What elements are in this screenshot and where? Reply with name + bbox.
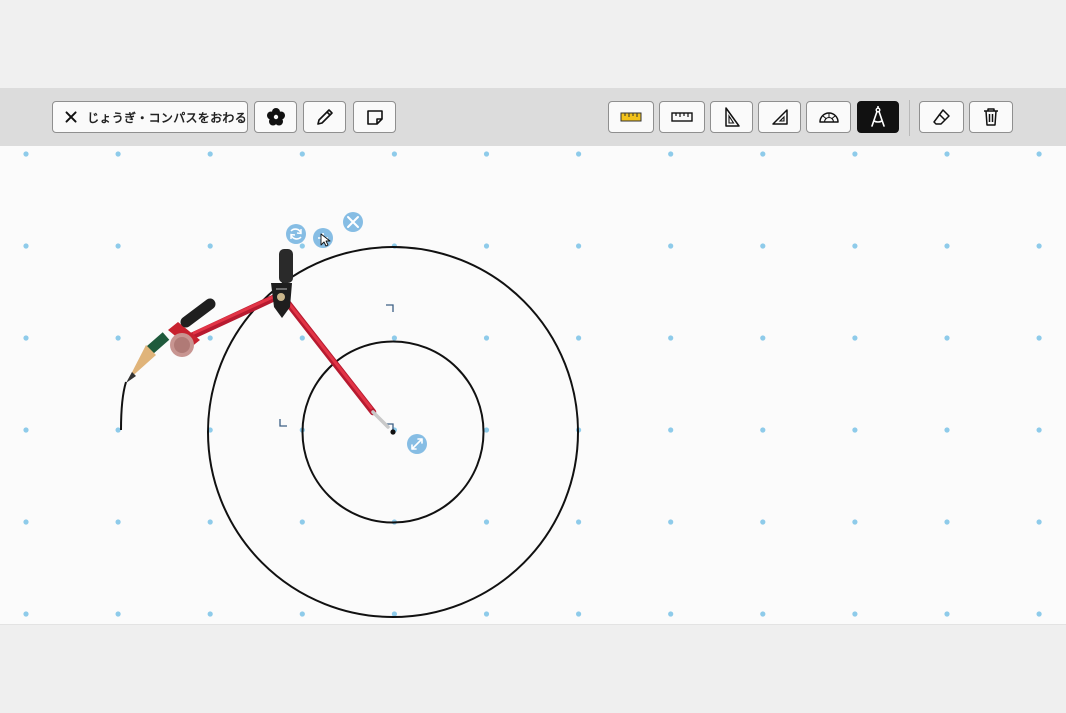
grid-dot (576, 519, 582, 525)
grid-dot (483, 427, 490, 433)
grid-dot (483, 335, 490, 341)
grid-dot (668, 611, 674, 617)
drawn-arc (120, 381, 127, 431)
grid-dot (1036, 427, 1042, 433)
grid-dot (668, 243, 674, 249)
grid-dot (115, 335, 121, 341)
grid-dot (852, 611, 858, 617)
grid-dot (852, 427, 858, 433)
grid-dots (23, 151, 1042, 617)
grid-dot (207, 151, 213, 157)
compass-needle-tip (371, 410, 390, 429)
grid-dot (299, 611, 305, 617)
grid-dot (23, 243, 29, 249)
grid-dot (483, 243, 490, 249)
grid-dot (944, 427, 950, 433)
grid-dot (207, 611, 213, 617)
grid-dot (760, 243, 766, 249)
grid-dot (760, 427, 766, 433)
grid-dot (1036, 243, 1042, 249)
grid-dot (207, 519, 213, 525)
grid-dot (852, 151, 858, 157)
grid-dot (852, 243, 858, 249)
grid-dot (207, 243, 213, 249)
grid-dot (1036, 611, 1042, 617)
grid-dot (760, 151, 766, 157)
grid-dot (299, 243, 305, 249)
grid-dot (115, 151, 121, 157)
compass-center-point (390, 429, 396, 435)
pencil-body (146, 332, 170, 354)
grid-dot (576, 335, 582, 341)
grid-dot (1036, 335, 1042, 341)
grid-dot (760, 611, 766, 617)
grid-dot (668, 427, 674, 433)
grid-dot (391, 151, 397, 157)
grid-dot (668, 151, 674, 157)
grid-dot (483, 151, 490, 157)
radius-adjust-handle[interactable] (407, 434, 427, 454)
grid-dot (115, 427, 121, 433)
grid-dot (852, 335, 858, 341)
grid-dot (944, 243, 950, 249)
grid-dot (944, 335, 950, 341)
grid-dot (23, 611, 29, 617)
grid-dot (23, 335, 29, 341)
grid-dot (760, 519, 766, 525)
grid-dot (944, 611, 950, 617)
grid-dot (760, 335, 766, 341)
pencil-cap (180, 298, 216, 328)
rotate-handle[interactable] (286, 224, 306, 244)
compass-handle (279, 249, 293, 283)
grid-dot (1036, 519, 1042, 525)
grid-dot (207, 335, 213, 341)
grid-dot (668, 519, 674, 525)
grid-dot (391, 335, 397, 341)
grid-dot (576, 243, 582, 249)
grid-dot (115, 611, 121, 617)
grid-dot (944, 151, 950, 157)
grid-dot (299, 519, 305, 525)
grid-dot (23, 519, 29, 525)
grid-dot (1036, 151, 1042, 157)
grid-dot (299, 151, 305, 157)
grid-dot (852, 519, 858, 525)
grid-dot (668, 335, 674, 341)
grid-dot (483, 611, 490, 617)
grid-dot (576, 611, 582, 617)
grid-dot (483, 519, 490, 525)
grid-dot (23, 151, 29, 157)
grid-dot (299, 335, 305, 341)
grid-dot (115, 243, 121, 249)
close-compass-handle[interactable] (343, 212, 363, 232)
compass-tool[interactable] (126, 249, 396, 435)
grid-dot (944, 519, 950, 525)
grid-dot (23, 427, 29, 433)
grid-dot (576, 151, 582, 157)
grid-dot (391, 611, 397, 617)
drawing-canvas[interactable] (0, 0, 1066, 712)
grid-dot (115, 519, 121, 525)
